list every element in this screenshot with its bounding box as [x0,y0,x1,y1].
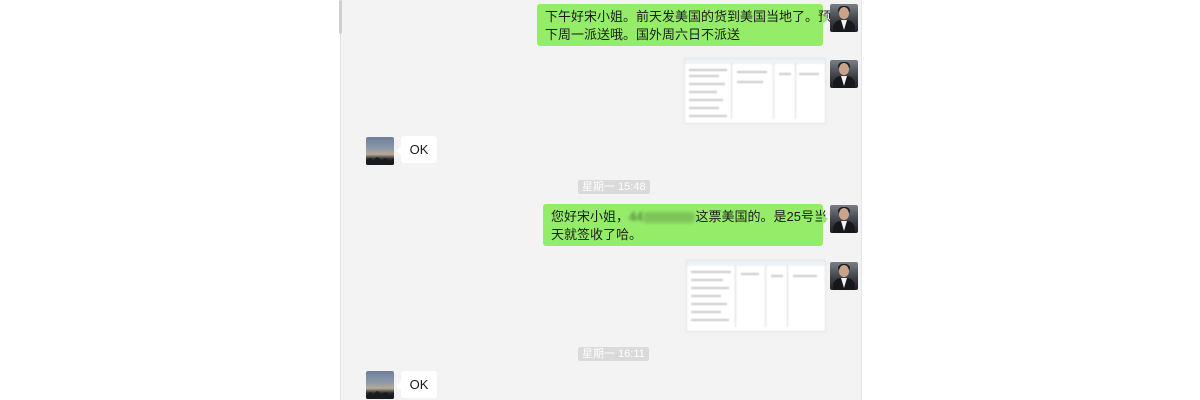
sent-image-message[interactable] [684,58,826,124]
my-avatar[interactable] [830,205,858,233]
sent-message-bubble[interactable]: 您好宋小姐，44 这票美国的。是25号当 天就签收了哈。 [543,204,828,246]
my-avatar[interactable] [830,4,858,32]
blurred-redaction [643,212,696,224]
contact-avatar[interactable] [366,371,394,399]
blurred-tracking-number: 44 [629,209,644,224]
my-avatar[interactable] [830,262,858,290]
sent-image-message[interactable] [686,260,826,332]
message-text-line: 天就签收了哈。 [551,227,643,242]
message-text-prefix: 您好宋小姐， [551,209,630,224]
message-text-line: 下午好宋小姐。前天发美国的货到美国当地了。预计 [545,9,845,24]
message-text-line: 您好宋小姐，44 这票美国的。是25号当 [551,208,827,226]
received-message-bubble[interactable]: OK [396,136,437,163]
received-message-bubble[interactable]: OK [396,371,437,398]
message-text-line: 下周一派送哦。国外周六日不派送 [545,27,741,42]
my-avatar[interactable] [830,60,858,88]
timestamp: 星期一 16:11 [578,347,649,361]
scrollbar-thumb[interactable] [339,0,342,34]
message-text: OK [409,377,429,392]
timestamp: 星期一 15:48 [578,180,650,194]
contact-avatar[interactable] [366,137,394,165]
sent-message-bubble[interactable]: 下午好宋小姐。前天发美国的货到美国当地了。预计 下周一派送哦。国外周六日不派送 [537,4,845,46]
message-text: OK [409,142,429,157]
message-text-suffix: 这票美国的。是25号当 [695,209,827,224]
